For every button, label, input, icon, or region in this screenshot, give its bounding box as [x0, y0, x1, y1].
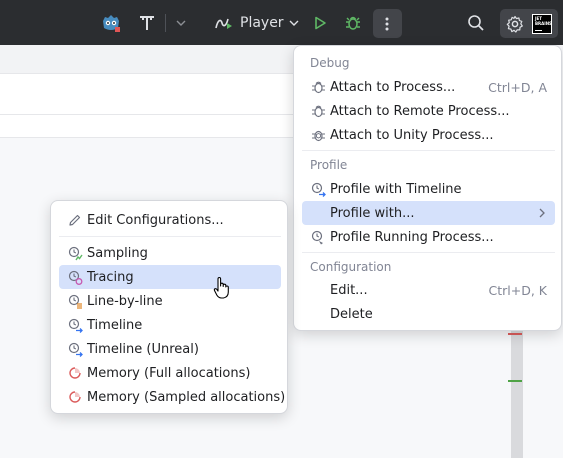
search-button[interactable]: [463, 0, 489, 45]
tracing-icon: [67, 269, 83, 285]
menu-header-profile: Profile: [310, 158, 348, 172]
menu-item-shortcut: Ctrl+D, A: [488, 79, 547, 95]
change-marker[interactable]: [508, 380, 522, 382]
menu-header-debug: Debug: [310, 56, 350, 70]
menu-item-attach-to-remote-process[interactable]: Attach to Remote Process...: [302, 99, 555, 123]
menu-item-label: Profile with Timeline: [330, 181, 462, 197]
attach-remote-icon: [310, 103, 326, 119]
menu-item-timeline-unreal[interactable]: Timeline (Unreal): [59, 337, 281, 361]
debug-popup-menu: Debug Attach to Process... Ctrl+D, A Att…: [293, 45, 562, 331]
error-marker[interactable]: [508, 333, 522, 335]
menu-item-label: Memory (Sampled allocations): [87, 389, 286, 405]
editor-tab-bar: [0, 45, 300, 74]
menu-item-label: Line-by-line: [87, 293, 163, 309]
unity-icon: [310, 127, 326, 143]
timeline-unreal-icon: [67, 341, 83, 357]
menu-item-label: Tracing: [87, 269, 134, 285]
settings-button[interactable]: JET BRAINS: [500, 9, 558, 38]
godot-icon[interactable]: [98, 0, 124, 45]
menu-item-label: Delete: [330, 306, 373, 322]
menu-item-profile-running-process[interactable]: Profile Running Process...: [302, 225, 555, 249]
menu-separator: [59, 236, 281, 237]
text-tool-icon[interactable]: [134, 0, 160, 45]
blank-icon-space: [310, 282, 326, 298]
menu-item-label: Attach to Remote Process...: [330, 103, 510, 119]
run-configuration-selector[interactable]: Player: [214, 11, 305, 35]
menu-item-line-by-line[interactable]: Line-by-line: [59, 289, 281, 313]
menu-item-label: Timeline: [87, 317, 143, 333]
menu-item-label: Sampling: [87, 245, 148, 261]
run-config-label: Player: [240, 15, 284, 31]
menu-item-edit-configurations[interactable]: Edit Configurations...: [59, 208, 281, 232]
play-icon: [315, 16, 326, 29]
sampling-icon: [67, 245, 83, 261]
run-button[interactable]: [308, 0, 332, 45]
menu-separator: [302, 252, 555, 253]
memory-icon: [67, 365, 83, 381]
timeline-profiler-icon: [310, 181, 326, 197]
jetbrains-logo: JET BRAINS: [532, 14, 552, 34]
menu-item-shortcut: Ctrl+D, K: [488, 282, 547, 298]
menu-item-sampling[interactable]: Sampling: [59, 241, 281, 265]
editor-breadcrumb-area: [0, 74, 300, 115]
chevron-down-icon: [289, 20, 299, 26]
editor-scrollbar[interactable]: [511, 330, 523, 458]
more-vertical-icon: [385, 17, 389, 31]
menu-item-label: Memory (Full allocations): [87, 365, 251, 381]
more-actions-button[interactable]: [373, 9, 402, 38]
hand-cursor-icon: [213, 276, 231, 304]
menu-item-profile-with-timeline[interactable]: Profile with Timeline: [302, 177, 555, 201]
chevron-right-icon: [539, 208, 545, 218]
menu-item-label: Profile with...: [330, 205, 415, 221]
menu-item-label: Attach to Unity Process...: [330, 127, 494, 143]
menu-item-timeline[interactable]: Timeline: [59, 313, 281, 337]
menu-item-attach-to-process[interactable]: Attach to Process... Ctrl+D, A: [302, 75, 555, 99]
bug-icon: [346, 16, 360, 30]
menu-separator: [302, 150, 555, 151]
run-config-icon: [215, 18, 232, 29]
memory-icon: [67, 389, 83, 405]
line-by-line-icon: [67, 293, 83, 309]
profile-running-icon: [310, 229, 326, 245]
pencil-icon: [67, 212, 83, 228]
menu-item-delete[interactable]: Delete: [302, 302, 555, 326]
menu-header-configuration: Configuration: [310, 260, 392, 274]
menu-item-memory-full[interactable]: Memory (Full allocations): [59, 361, 281, 385]
timeline-icon: [67, 317, 83, 333]
menu-item-memory-sampled[interactable]: Memory (Sampled allocations): [59, 385, 285, 409]
main-toolbar: Player JET BRAINS: [0, 0, 563, 45]
blank-icon-space: [310, 205, 326, 221]
search-icon: [468, 14, 484, 31]
blank-icon-space: [310, 306, 326, 322]
menu-item-label: Profile Running Process...: [330, 229, 494, 245]
menu-item-label: Edit...: [330, 282, 368, 298]
menu-item-tracing[interactable]: Tracing: [59, 265, 281, 289]
gear-icon: [506, 15, 523, 33]
menu-item-edit[interactable]: Edit... Ctrl+D, K: [302, 278, 555, 302]
chevron-down-icon[interactable]: [173, 0, 189, 45]
attach-process-icon: [310, 79, 326, 95]
jetbrains-logo-bar: [535, 29, 542, 31]
menu-item-label: Edit Configurations...: [87, 212, 224, 228]
jetbrains-logo-text: JET BRAINS: [535, 16, 552, 26]
editor-header: [0, 115, 300, 138]
profile-with-submenu: Edit Configurations... Sampling Tracing …: [50, 200, 288, 414]
debug-button[interactable]: [341, 0, 365, 45]
toolbar-separator: [165, 14, 166, 32]
menu-item-profile-with[interactable]: Profile with...: [302, 201, 555, 225]
menu-item-attach-to-unity-process[interactable]: Attach to Unity Process...: [302, 123, 555, 147]
menu-item-label: Timeline (Unreal): [87, 341, 199, 357]
menu-item-label: Attach to Process...: [330, 79, 456, 95]
